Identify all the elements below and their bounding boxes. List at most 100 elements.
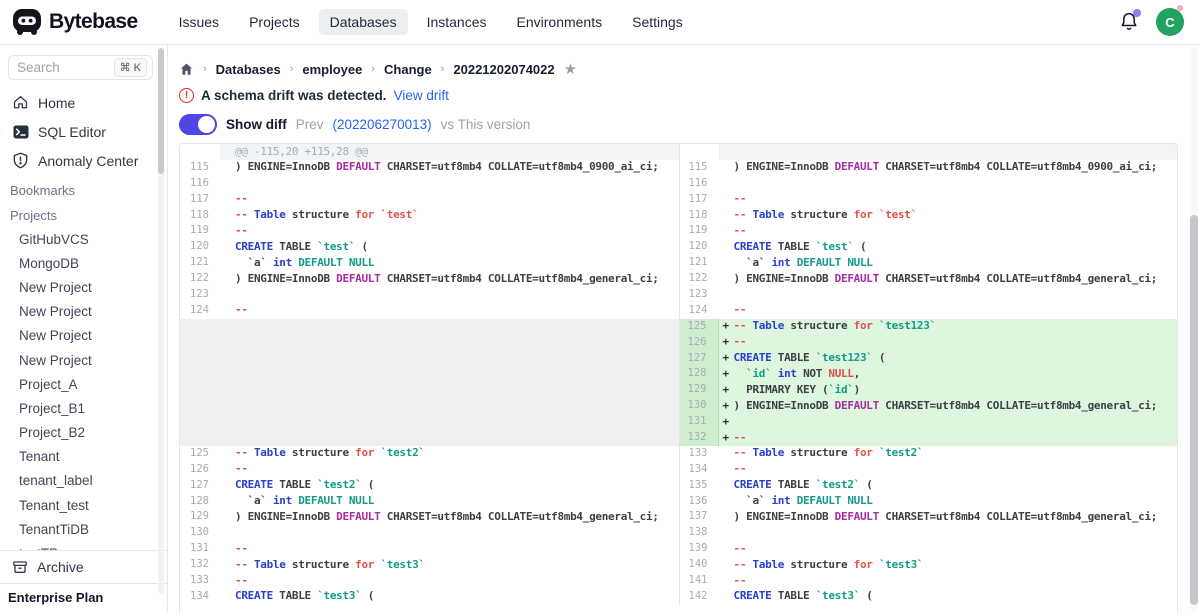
project-item[interactable]: New Project bbox=[0, 348, 167, 372]
plan-label: Enterprise Plan bbox=[0, 584, 167, 613]
breadcrumb-item-change[interactable]: Change bbox=[384, 62, 432, 77]
view-drift-link[interactable]: View drift bbox=[394, 88, 449, 103]
sidebar-scrollbar-thumb[interactable] bbox=[158, 48, 164, 174]
show-diff-label: Show diff bbox=[226, 117, 287, 132]
diff-left-code-line bbox=[220, 414, 679, 430]
show-diff-toggle[interactable] bbox=[179, 114, 217, 135]
diff-right-code-line bbox=[719, 525, 1178, 541]
diff-left-line-number: 121 bbox=[180, 255, 220, 271]
sidebar-menu: HomeSQL Editor Anomaly Center bbox=[0, 88, 167, 175]
shield-alert-icon bbox=[12, 152, 29, 169]
diff-right-line-number: 136 bbox=[679, 494, 719, 510]
diff-left-code-line: @@ -115,20 +115,28 @@ bbox=[220, 144, 679, 160]
project-item[interactable]: Project_A bbox=[0, 372, 167, 396]
project-item[interactable]: tenant_label bbox=[0, 469, 167, 493]
topnav-item-issues[interactable]: Issues bbox=[168, 9, 230, 35]
diff-row: 132+-- bbox=[180, 430, 1177, 446]
diff-right-code-line: -- bbox=[719, 462, 1178, 478]
breadcrumb-separator: › bbox=[371, 63, 375, 75]
diff-left-code-line: -- Table structure for `test` bbox=[220, 208, 679, 224]
diff-right-code-line bbox=[719, 287, 1178, 303]
project-item[interactable]: Tenant_test bbox=[0, 493, 167, 517]
diff-row: 124--124-- bbox=[180, 303, 1177, 319]
diff-left-code-line: `a` int DEFAULT NULL bbox=[220, 255, 679, 271]
diff-right-line-number: 125 bbox=[679, 319, 719, 335]
diff-right-line-number: 129 bbox=[679, 382, 719, 398]
diff-left-line-number bbox=[180, 430, 220, 446]
diff-right-code-line: `a` int DEFAULT NULL bbox=[719, 494, 1178, 510]
topnav-item-environments[interactable]: Environments bbox=[506, 9, 614, 35]
diff-left-code-line: CREATE TABLE `test3` ( bbox=[220, 589, 679, 605]
user-avatar[interactable]: C bbox=[1156, 8, 1184, 36]
diff-row: 126+-- bbox=[180, 335, 1177, 351]
search-field[interactable] bbox=[17, 60, 103, 75]
diff-row: 131+ bbox=[180, 414, 1177, 430]
terminal-icon bbox=[12, 123, 29, 140]
diff-left-line-number: 117 bbox=[180, 192, 220, 208]
search-shortcut-badge: ⌘ K bbox=[114, 58, 147, 77]
diff-row: 122) ENGINE=InnoDB DEFAULT CHARSET=utf8m… bbox=[180, 271, 1177, 287]
diff-row: 116116 bbox=[180, 176, 1177, 192]
alert-text: A schema drift was detected. bbox=[201, 88, 387, 103]
page-scrollbar-thumb[interactable] bbox=[1190, 215, 1198, 605]
diff-right-code-line: +-- Table structure for `test123` bbox=[719, 319, 1178, 335]
sidebar-item-archive[interactable]: Archive bbox=[0, 551, 167, 583]
breadcrumb-item-databases[interactable]: Databases bbox=[216, 62, 281, 77]
project-item[interactable]: New Project bbox=[0, 275, 167, 299]
topnav-item-settings[interactable]: Settings bbox=[621, 9, 694, 35]
diff-right-code-line: CREATE TABLE `test` ( bbox=[719, 239, 1178, 255]
prev-version-link[interactable]: (202206270013) bbox=[333, 117, 432, 132]
diff-left-line-number bbox=[180, 382, 220, 398]
diff-left-line-number: 134 bbox=[180, 589, 220, 605]
diff-left-code-line: ) ENGINE=InnoDB DEFAULT CHARSET=utf8mb4 … bbox=[220, 160, 679, 176]
diff-right-line-number: 118 bbox=[679, 208, 719, 224]
diff-left-line-number: 130 bbox=[180, 525, 220, 541]
breadcrumb: › Databases › employee › Change › 202212… bbox=[179, 59, 1200, 79]
topnav-item-projects[interactable]: Projects bbox=[238, 9, 311, 35]
project-item[interactable]: Project_B1 bbox=[0, 396, 167, 420]
topnav-item-databases[interactable]: Databases bbox=[319, 9, 408, 35]
diff-right-code-line: + bbox=[719, 414, 1178, 430]
diff-left-line-number bbox=[180, 366, 220, 382]
bookmark-star-icon[interactable]: ★ bbox=[564, 62, 577, 77]
diff-row: 129+ PRIMARY KEY (`id`) bbox=[180, 382, 1177, 398]
diff-row: 126--134-- bbox=[180, 462, 1177, 478]
topnav-item-instances[interactable]: Instances bbox=[416, 9, 498, 35]
breadcrumb-item-employee[interactable]: employee bbox=[302, 62, 362, 77]
sidebar-item-sql-editor[interactable]: SQL Editor bbox=[0, 117, 167, 146]
diff-left-code-line: -- bbox=[220, 541, 679, 557]
project-item[interactable]: New Project bbox=[0, 324, 167, 348]
diff-right-line-number: 123 bbox=[679, 287, 719, 303]
sidebar-item-anomaly-center[interactable]: Anomaly Center bbox=[0, 146, 167, 175]
diff-right-code-line: -- bbox=[719, 573, 1178, 589]
schema-diff-panel: @@ -115,20 +115,28 @@115) ENGINE=InnoDB … bbox=[179, 143, 1178, 613]
project-item[interactable]: GitHubVCS bbox=[0, 227, 167, 251]
diff-left-line-number bbox=[180, 414, 220, 430]
diff-left-code-line: -- Table structure for `test2` bbox=[220, 446, 679, 462]
home-icon[interactable] bbox=[179, 62, 194, 77]
diff-left-code-line: CREATE TABLE `test2` ( bbox=[220, 478, 679, 494]
notification-bell-icon[interactable] bbox=[1118, 11, 1140, 33]
sidebar-item-label: Anomaly Center bbox=[38, 153, 138, 169]
diff-right-code-line: +-- bbox=[719, 430, 1178, 446]
diff-right-code-line: ) ENGINE=InnoDB DEFAULT CHARSET=utf8mb4 … bbox=[719, 160, 1178, 176]
diff-row: 123123 bbox=[180, 287, 1177, 303]
top-nav: Issues Projects Databases Instances Environm… bbox=[168, 9, 694, 35]
diff-left-line-number: 118 bbox=[180, 208, 220, 224]
sidebar-item-home[interactable]: Home bbox=[0, 88, 167, 117]
diff-row: 115) ENGINE=InnoDB DEFAULT CHARSET=utf8m… bbox=[180, 160, 1177, 176]
project-item[interactable]: TenantTiDB bbox=[0, 517, 167, 541]
toggle-knob bbox=[198, 116, 215, 133]
diff-toggle-row: Show diff Prev (202206270013) vs This ve… bbox=[179, 113, 1200, 135]
project-item[interactable]: MongoDB bbox=[0, 251, 167, 275]
project-item[interactable]: Project_B2 bbox=[0, 421, 167, 445]
search-input[interactable]: ⌘ K bbox=[8, 55, 153, 80]
top-navbar: Bytebase Issues Projects Databases Instance… bbox=[0, 0, 1200, 45]
project-item[interactable]: New Project bbox=[0, 300, 167, 324]
brand[interactable]: Bytebase bbox=[12, 7, 138, 37]
diff-left-code-line bbox=[220, 366, 679, 382]
diff-left-code-line: ) ENGINE=InnoDB DEFAULT CHARSET=utf8mb4 … bbox=[220, 509, 679, 525]
avatar-status-dot bbox=[1177, 5, 1183, 11]
diff-right-line-number: 140 bbox=[679, 557, 719, 573]
project-item[interactable]: Tenant bbox=[0, 445, 167, 469]
